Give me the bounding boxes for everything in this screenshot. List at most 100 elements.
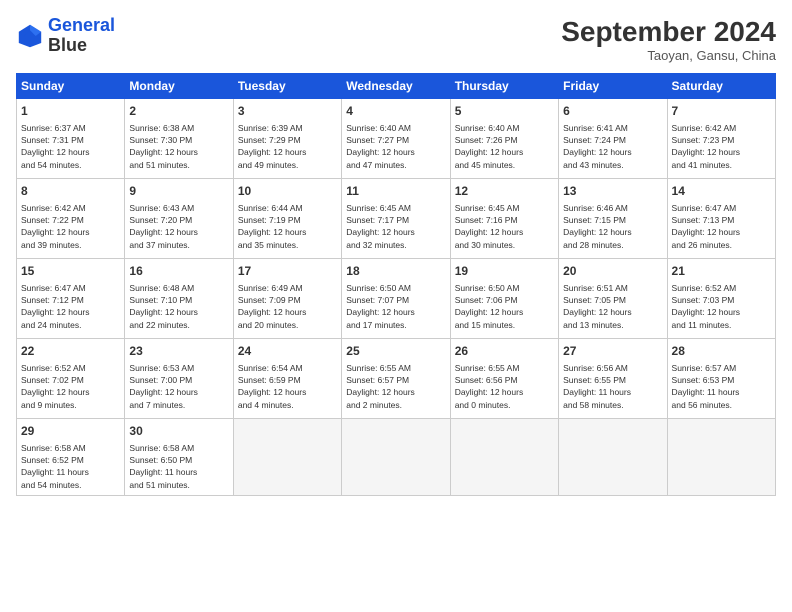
weekday-header: Sunday: [17, 74, 125, 99]
weekday-header: Tuesday: [233, 74, 341, 99]
title-block: September 2024 Taoyan, Gansu, China: [561, 16, 776, 63]
day-info: Sunrise: 6:47 AM Sunset: 7:13 PM Dayligh…: [672, 202, 771, 251]
day-number: 3: [238, 103, 337, 120]
day-number: 14: [672, 183, 771, 200]
calendar-day-cell: 3 Sunrise: 6:39 AM Sunset: 7:29 PM Daylig…: [233, 99, 341, 179]
day-number: 15: [21, 263, 120, 280]
calendar-page: General Blue September 2024 Taoyan, Gans…: [0, 0, 792, 612]
calendar-day-cell: 6Sunrise: 6:41 AM Sunset: 7:24 PM Daylig…: [559, 99, 667, 179]
day-info: Sunrise: 6:54 AM Sunset: 6:59 PM Dayligh…: [238, 362, 337, 411]
calendar-day-cell: 19Sunrise: 6:50 AM Sunset: 7:06 PM Dayli…: [450, 259, 558, 339]
day-number: 16: [129, 263, 228, 280]
day-info: Sunrise: 6:50 AM Sunset: 7:07 PM Dayligh…: [346, 282, 445, 331]
calendar-day-cell: 14 Sunrise: 6:47 AM Sunset: 7:13 PM Dayli…: [667, 179, 775, 259]
day-number: 26: [455, 343, 554, 360]
calendar-day-cell: 18 Sunrise: 6:50 AM Sunset: 7:07 PM Dayli…: [342, 259, 450, 339]
day-info: Sunrise: 6:40 AM Sunset: 7:27 PM Dayligh…: [346, 122, 445, 171]
calendar-day-cell: 21 Sunrise: 6:52 AM Sunset: 7:03 PM Dayli…: [667, 259, 775, 339]
calendar-day-cell: 5 Sunrise: 6:40 AM Sunset: 7:26 PM Daylig…: [450, 99, 558, 179]
logo-text: General Blue: [48, 16, 115, 56]
day-number: 13: [563, 183, 662, 200]
day-info: Sunrise: 6:39 AM Sunset: 7:29 PM Dayligh…: [238, 122, 337, 171]
calendar-week-row: 8Sunrise: 6:42 AM Sunset: 7:22 PM Daylig…: [17, 179, 776, 259]
day-info: Sunrise: 6:42 AM Sunset: 7:22 PM Dayligh…: [21, 202, 120, 251]
calendar-day-cell: 16 Sunrise: 6:48 AM Sunset: 7:10 PM Dayli…: [125, 259, 233, 339]
day-info: Sunrise: 6:57 AM Sunset: 6:53 PM Dayligh…: [672, 362, 771, 411]
logo-icon: [16, 22, 44, 50]
day-info: Sunrise: 6:55 AM Sunset: 6:56 PM Dayligh…: [455, 362, 554, 411]
calendar-day-cell: 30 Sunrise: 6:58 AM Sunset: 6:50 PM Dayli…: [125, 419, 233, 496]
logo: General Blue: [16, 16, 115, 56]
calendar-day-cell: 22 Sunrise: 6:52 AM Sunset: 7:02 PM Dayli…: [17, 339, 125, 419]
day-info: Sunrise: 6:47 AM Sunset: 7:12 PM Dayligh…: [21, 282, 120, 331]
day-number: 4: [346, 103, 445, 120]
day-number: 2: [129, 103, 228, 120]
calendar-day-cell: 27Sunrise: 6:56 AM Sunset: 6:55 PM Dayli…: [559, 339, 667, 419]
day-info: Sunrise: 6:44 AM Sunset: 7:19 PM Dayligh…: [238, 202, 337, 251]
calendar-day-cell: 13 Sunrise: 6:46 AM Sunset: 7:15 PM Dayli…: [559, 179, 667, 259]
calendar-table: SundayMondayTuesdayWednesdayThursdayFrid…: [16, 73, 776, 496]
calendar-day-cell: 24 Sunrise: 6:54 AM Sunset: 6:59 PM Dayli…: [233, 339, 341, 419]
day-number: 6: [563, 103, 662, 120]
day-info: Sunrise: 6:52 AM Sunset: 7:03 PM Dayligh…: [672, 282, 771, 331]
calendar-week-row: 29Sunrise: 6:58 AM Sunset: 6:52 PM Dayli…: [17, 419, 776, 496]
day-info: Sunrise: 6:45 AM Sunset: 7:17 PM Dayligh…: [346, 202, 445, 251]
day-info: Sunrise: 6:50 AM Sunset: 7:06 PM Dayligh…: [455, 282, 554, 331]
day-number: 7: [672, 103, 771, 120]
day-number: 9: [129, 183, 228, 200]
calendar-day-cell: 23Sunrise: 6:53 AM Sunset: 7:00 PM Dayli…: [125, 339, 233, 419]
day-info: Sunrise: 6:49 AM Sunset: 7:09 PM Dayligh…: [238, 282, 337, 331]
calendar-day-cell: 4 Sunrise: 6:40 AM Sunset: 7:27 PM Daylig…: [342, 99, 450, 179]
day-info: Sunrise: 6:46 AM Sunset: 7:15 PM Dayligh…: [563, 202, 662, 251]
day-info: Sunrise: 6:43 AM Sunset: 7:20 PM Dayligh…: [129, 202, 228, 251]
calendar-day-cell: 20 Sunrise: 6:51 AM Sunset: 7:05 PM Dayli…: [559, 259, 667, 339]
day-info: Sunrise: 6:48 AM Sunset: 7:10 PM Dayligh…: [129, 282, 228, 331]
day-info: Sunrise: 6:42 AM Sunset: 7:23 PM Dayligh…: [672, 122, 771, 171]
day-number: 5: [455, 103, 554, 120]
day-number: 21: [672, 263, 771, 280]
day-info: Sunrise: 6:55 AM Sunset: 6:57 PM Dayligh…: [346, 362, 445, 411]
day-info: Sunrise: 6:53 AM Sunset: 7:00 PM Dayligh…: [129, 362, 228, 411]
calendar-day-cell: 10 Sunrise: 6:44 AM Sunset: 7:19 PM Dayli…: [233, 179, 341, 259]
day-info: Sunrise: 6:51 AM Sunset: 7:05 PM Dayligh…: [563, 282, 662, 331]
calendar-day-cell: 17 Sunrise: 6:49 AM Sunset: 7:09 PM Dayli…: [233, 259, 341, 339]
day-number: 25: [346, 343, 445, 360]
day-info: Sunrise: 6:58 AM Sunset: 6:50 PM Dayligh…: [129, 442, 228, 491]
day-number: 11: [346, 183, 445, 200]
day-info: Sunrise: 6:56 AM Sunset: 6:55 PM Dayligh…: [563, 362, 662, 411]
calendar-day-cell: 29Sunrise: 6:58 AM Sunset: 6:52 PM Dayli…: [17, 419, 125, 496]
day-number: 29: [21, 423, 120, 440]
day-number: 12: [455, 183, 554, 200]
day-info: Sunrise: 6:45 AM Sunset: 7:16 PM Dayligh…: [455, 202, 554, 251]
day-info: Sunrise: 6:38 AM Sunset: 7:30 PM Dayligh…: [129, 122, 228, 171]
day-number: 20: [563, 263, 662, 280]
weekday-header: Monday: [125, 74, 233, 99]
calendar-day-cell: 28 Sunrise: 6:57 AM Sunset: 6:53 PM Dayli…: [667, 339, 775, 419]
weekday-header: Wednesday: [342, 74, 450, 99]
day-number: 1: [21, 103, 120, 120]
day-info: Sunrise: 6:52 AM Sunset: 7:02 PM Dayligh…: [21, 362, 120, 411]
day-number: 28: [672, 343, 771, 360]
day-number: 10: [238, 183, 337, 200]
calendar-day-cell: 12 Sunrise: 6:45 AM Sunset: 7:16 PM Dayli…: [450, 179, 558, 259]
day-info: Sunrise: 6:37 AM Sunset: 7:31 PM Dayligh…: [21, 122, 120, 171]
calendar-day-cell: [450, 419, 558, 496]
day-number: 24: [238, 343, 337, 360]
day-number: 17: [238, 263, 337, 280]
calendar-day-cell: 26 Sunrise: 6:55 AM Sunset: 6:56 PM Dayli…: [450, 339, 558, 419]
calendar-day-cell: 1 Sunrise: 6:37 AM Sunset: 7:31 PM Daylig…: [17, 99, 125, 179]
weekday-header: Friday: [559, 74, 667, 99]
calendar-day-cell: [233, 419, 341, 496]
day-number: 30: [129, 423, 228, 440]
weekday-header: Saturday: [667, 74, 775, 99]
calendar-body: 1 Sunrise: 6:37 AM Sunset: 7:31 PM Daylig…: [17, 99, 776, 496]
day-number: 22: [21, 343, 120, 360]
day-info: Sunrise: 6:40 AM Sunset: 7:26 PM Dayligh…: [455, 122, 554, 171]
calendar-day-cell: 25 Sunrise: 6:55 AM Sunset: 6:57 PM Dayli…: [342, 339, 450, 419]
calendar-day-cell: 8Sunrise: 6:42 AM Sunset: 7:22 PM Daylig…: [17, 179, 125, 259]
calendar-day-cell: 11 Sunrise: 6:45 AM Sunset: 7:17 PM Dayli…: [342, 179, 450, 259]
calendar-day-cell: [342, 419, 450, 496]
day-number: 18: [346, 263, 445, 280]
calendar-day-cell: [667, 419, 775, 496]
calendar-week-row: 22 Sunrise: 6:52 AM Sunset: 7:02 PM Dayli…: [17, 339, 776, 419]
